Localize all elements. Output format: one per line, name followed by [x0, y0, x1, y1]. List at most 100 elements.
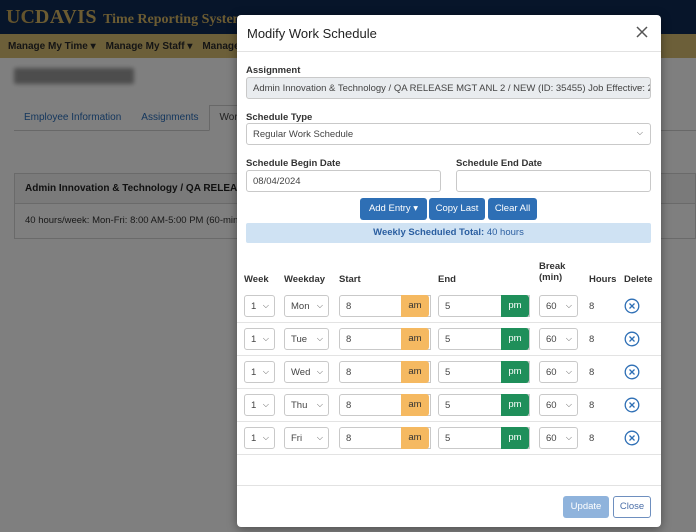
modal-footer-divider: [237, 485, 661, 486]
week-value: 1: [251, 433, 257, 444]
close-button[interactable]: Close: [613, 496, 651, 518]
column-break-line2: (min): [539, 272, 563, 283]
close-icon[interactable]: [633, 23, 651, 41]
schedule-type-value: Regular Work Schedule: [253, 129, 354, 140]
weekday-value: Fri: [291, 433, 303, 444]
end-pm-toggle[interactable]: pm: [501, 427, 529, 449]
week-select[interactable]: 1 ⌵: [244, 361, 275, 383]
delete-circle-icon[interactable]: [624, 331, 640, 347]
end-pm-toggle[interactable]: pm: [501, 328, 529, 350]
end-date-input[interactable]: [456, 170, 651, 192]
week-value: 1: [251, 301, 257, 312]
week-select[interactable]: 1 ⌵: [244, 328, 275, 350]
start-am-toggle[interactable]: am: [401, 328, 429, 350]
start-hour-value: 8: [346, 433, 352, 444]
end-hour-value: 5: [445, 367, 451, 378]
delete-circle-icon[interactable]: [624, 298, 640, 314]
weekday-select[interactable]: Fri ⌵: [284, 427, 329, 449]
copy-last-button[interactable]: Copy Last: [429, 198, 485, 220]
chevron-down-icon: ⌵: [636, 82, 643, 91]
schedule-type-select[interactable]: Regular Work Schedule ⌵: [246, 123, 651, 145]
weekday-value: Thu: [291, 400, 308, 411]
chevron-down-icon: ⌵: [262, 301, 269, 310]
chevron-down-icon: ⌵: [316, 301, 323, 310]
end-hour-value: 5: [445, 301, 451, 312]
begin-date-input[interactable]: 08/04/2024: [246, 170, 441, 192]
schedule-row: 1 ⌵ Thu ⌵ 8 am 5 pm 60 ⌵ 8: [237, 389, 661, 422]
chevron-down-icon: ⌵: [565, 334, 572, 343]
break-value: 60: [546, 433, 557, 444]
column-start: Start: [339, 274, 361, 285]
start-am-toggle[interactable]: am: [401, 361, 429, 383]
begin-date-label: Schedule Begin Date: [246, 158, 341, 169]
chevron-down-icon: ⌵: [565, 433, 572, 442]
weekday-select[interactable]: Wed ⌵: [284, 361, 329, 383]
chevron-down-icon: ⌵: [262, 433, 269, 442]
column-delete: Delete: [624, 274, 653, 285]
weekday-select[interactable]: Thu ⌵: [284, 394, 329, 416]
week-select[interactable]: 1 ⌵: [244, 427, 275, 449]
column-hours: Hours: [589, 274, 617, 285]
delete-circle-icon[interactable]: [624, 397, 640, 413]
start-am-toggle[interactable]: am: [401, 427, 429, 449]
weekly-total-banner: Weekly Scheduled Total: 40 hours: [246, 223, 651, 243]
chevron-down-icon: ⌵: [316, 400, 323, 409]
break-select[interactable]: 60 ⌵: [539, 394, 578, 416]
modify-work-schedule-modal: Modify Work Schedule Assignment Admin In…: [237, 15, 661, 527]
delete-circle-icon[interactable]: [624, 430, 640, 446]
schedule-type-label: Schedule Type: [246, 112, 313, 123]
end-hour-value: 5: [445, 433, 451, 444]
chevron-down-icon: ⌵: [262, 367, 269, 376]
chevron-down-icon: ⌵: [636, 128, 643, 137]
break-select[interactable]: 60 ⌵: [539, 361, 578, 383]
break-value: 60: [546, 400, 557, 411]
weekly-total-value: 40 hours: [486, 227, 524, 238]
chevron-down-icon: ⌵: [565, 367, 572, 376]
delete-circle-icon[interactable]: [624, 364, 640, 380]
column-end: End: [438, 274, 456, 285]
chevron-down-icon: ⌵: [262, 334, 269, 343]
start-hour-value: 8: [346, 334, 352, 345]
modal-title: Modify Work Schedule: [247, 26, 377, 41]
chevron-down-icon: ⌵: [565, 301, 572, 310]
break-select[interactable]: 60 ⌵: [539, 295, 578, 317]
schedule-row: 1 ⌵ Tue ⌵ 8 am 5 pm 60 ⌵ 8: [237, 323, 661, 356]
hours-value: 8: [589, 433, 595, 444]
hours-value: 8: [589, 400, 595, 411]
week-value: 1: [251, 334, 257, 345]
column-weekday: Weekday: [284, 274, 326, 285]
assignment-select-value: Admin Innovation & Technology / QA RELEA…: [253, 83, 651, 94]
start-am-toggle[interactable]: am: [401, 295, 429, 317]
weekday-select[interactable]: Mon ⌵: [284, 295, 329, 317]
week-select[interactable]: 1 ⌵: [244, 295, 275, 317]
assignment-select[interactable]: Admin Innovation & Technology / QA RELEA…: [246, 77, 651, 99]
break-value: 60: [546, 367, 557, 378]
column-break: Break (min): [539, 261, 565, 283]
start-am-toggle[interactable]: am: [401, 394, 429, 416]
end-hour-value: 5: [445, 400, 451, 411]
column-week: Week: [244, 274, 269, 285]
week-select[interactable]: 1 ⌵: [244, 394, 275, 416]
begin-date-value: 08/04/2024: [253, 176, 301, 187]
hours-value: 8: [589, 301, 595, 312]
weekly-total-label: Weekly Scheduled Total:: [373, 227, 485, 238]
end-pm-toggle[interactable]: pm: [501, 394, 529, 416]
assignment-label: Assignment: [246, 65, 301, 76]
break-value: 60: [546, 301, 557, 312]
clear-all-button[interactable]: Clear All: [488, 198, 537, 220]
week-value: 1: [251, 400, 257, 411]
break-select[interactable]: 60 ⌵: [539, 427, 578, 449]
schedule-row: 1 ⌵ Wed ⌵ 8 am 5 pm 60 ⌵ 8: [237, 356, 661, 389]
modal-header: Modify Work Schedule: [237, 15, 661, 52]
update-button[interactable]: Update: [563, 496, 609, 518]
end-pm-toggle[interactable]: pm: [501, 361, 529, 383]
weekday-value: Tue: [291, 334, 308, 345]
chevron-down-icon: ⌵: [565, 400, 572, 409]
add-entry-button[interactable]: Add Entry ▾: [360, 198, 427, 220]
chevron-down-icon: ⌵: [316, 334, 323, 343]
end-pm-toggle[interactable]: pm: [501, 295, 529, 317]
weekday-select[interactable]: Tue ⌵: [284, 328, 329, 350]
hours-value: 8: [589, 334, 595, 345]
break-select[interactable]: 60 ⌵: [539, 328, 578, 350]
start-hour-value: 8: [346, 400, 352, 411]
